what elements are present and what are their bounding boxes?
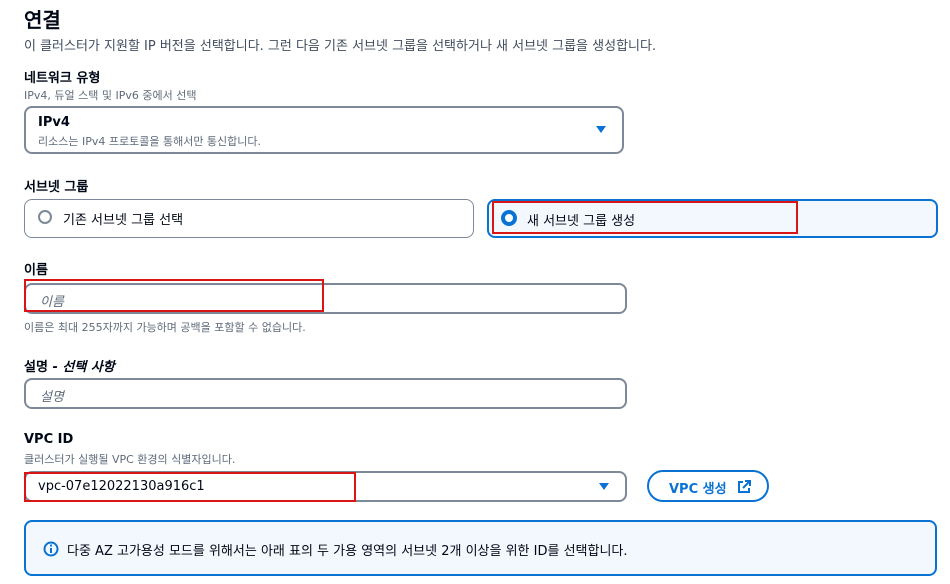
description-input[interactable]: 설명 [24, 378, 627, 409]
description-label-text: 설명 [24, 360, 48, 375]
radio-existing-subnet-group[interactable]: 기존 서브넷 그룹 선택 [24, 199, 474, 238]
highlight-box [492, 201, 798, 234]
network-type-value: IPv4 [38, 115, 70, 130]
subnet-group-label: 서브넷 그룹 [24, 180, 89, 195]
external-link-icon [738, 480, 751, 493]
vpc-id-sublabel: 클러스터가 실행될 VPC 환경의 식별자입니다. [24, 453, 236, 466]
network-type-value-description: 리소스는 IPv4 프로토콜을 통해서만 통신합니다. [38, 135, 262, 148]
network-type-sublabel: IPv4, 듀얼 스택 및 IPv6 중에서 선택 [24, 89, 197, 102]
info-icon [43, 541, 59, 557]
radio-existing-subnet-group-label: 기존 서브넷 그룹 선택 [63, 213, 184, 228]
description-label: 설명 - 선택 사항 [24, 356, 115, 375]
create-vpc-button[interactable]: VPC 생성 [647, 470, 769, 502]
section-title: 연결 [24, 8, 61, 32]
caret-down-icon [596, 126, 606, 133]
highlight-box [24, 472, 356, 502]
description-label-optional: - 선택 사항 [47, 360, 115, 375]
caret-down-icon [599, 482, 609, 490]
network-type-label: 네트워크 유형 [24, 71, 101, 86]
highlight-box [24, 279, 324, 312]
info-text: 다중 AZ 고가용성 모드를 위해서는 아래 표의 두 가용 영역의 서브넷 2… [67, 544, 628, 559]
section-description: 이 클러스터가 지원할 IP 버전을 선택합니다. 그런 다음 기존 서브넷 그… [24, 39, 657, 54]
description-input-placeholder: 설명 [40, 390, 64, 405]
radio-button-icon [38, 210, 52, 224]
name-label: 이름 [24, 263, 48, 278]
vpc-id-label: VPC ID [24, 432, 74, 447]
network-type-select[interactable]: IPv4 리소스는 IPv4 프로토콜을 통해서만 통신합니다. [24, 106, 624, 154]
name-hint: 이름은 최대 255자까지 가능하며 공백을 포함할 수 없습니다. [24, 321, 306, 334]
create-vpc-button-label: VPC 생성 [669, 482, 727, 497]
info-alert: 다중 AZ 고가용성 모드를 위해서는 아래 표의 두 가용 영역의 서브넷 2… [24, 520, 937, 576]
